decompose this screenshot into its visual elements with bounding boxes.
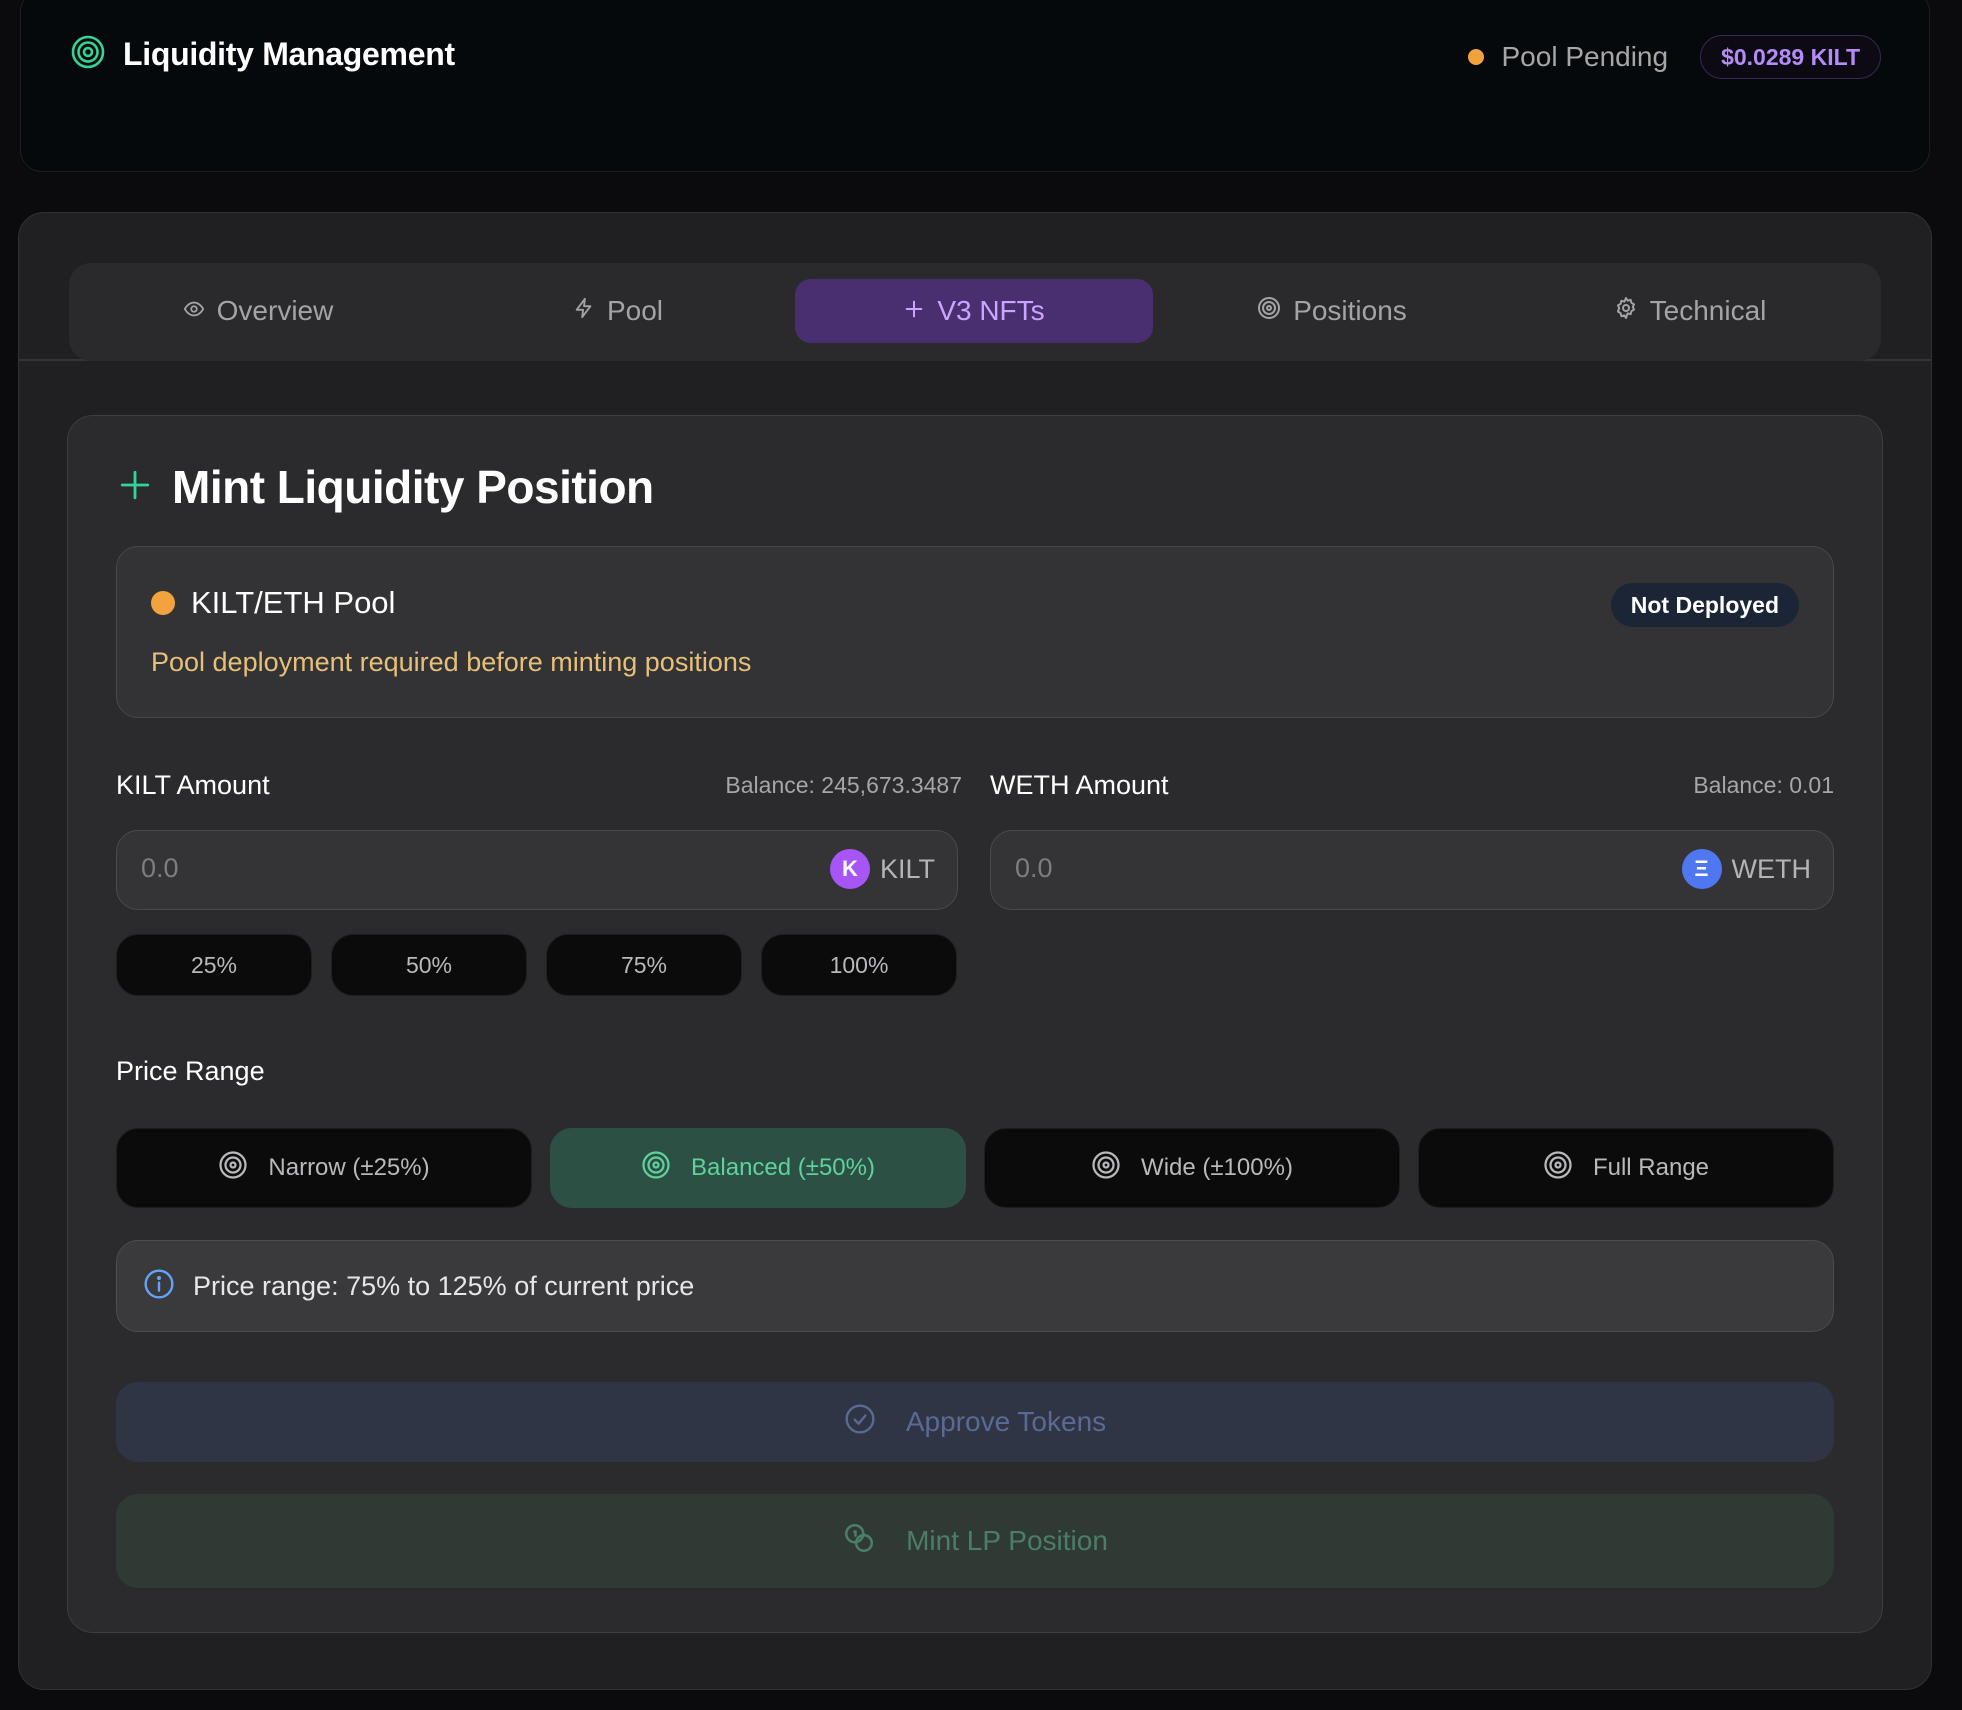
tab-technical[interactable]: Technical [1511,279,1869,343]
lightning-icon [573,295,595,327]
price-range-info: Price range: 75% to 125% of current pric… [116,1240,1834,1332]
range-wide-button[interactable]: Wide (±100%) [984,1128,1400,1208]
kilt-balance: Balance: 245,673.3487 [725,772,962,798]
header-status: Pool Pending $0.0289 KILT [1467,35,1881,79]
weth-token-name: WETH [1731,853,1811,884]
target-icon [218,1150,248,1187]
tab-pool[interactable]: Pool [439,279,797,343]
tab-positions[interactable]: Positions [1153,279,1511,343]
plus-icon [903,295,925,327]
kilt-amount-value: 0.0 [141,853,179,883]
percent-25-button[interactable]: 25% [116,934,312,996]
percent-50-button[interactable]: 50% [331,934,527,996]
app-header: Liquidity Management Pool Pending $0.028… [20,0,1930,172]
target-icon [1257,295,1281,327]
kilt-token-tag: K KILT [829,849,935,889]
tab-label: Pool [606,295,664,326]
tab-label: Technical [1649,295,1767,326]
tab-bar: Overview Pool V3 NFTs Positions Technica… [69,263,1881,361]
range-option-label: Narrow (±25%) [268,1154,430,1181]
pool-name-row: KILT/ETH Pool [151,585,395,621]
range-option-label: Full Range [1592,1154,1710,1181]
weth-balance: Balance: 0.01 [1693,772,1834,798]
kilt-amount-input[interactable]: 0.0 K KILT [116,830,958,910]
not-deployed-badge: Not Deployed [1610,583,1799,627]
pool-status-text: Pool Pending [1501,41,1669,72]
tab-v3-nfts[interactable]: V3 NFTs [795,279,1153,343]
app-title: Liquidity Management [123,36,455,72]
kilt-price-badge: $0.0289 KILT [1700,35,1881,79]
percent-100-button[interactable]: 100% [761,934,957,996]
range-option-label: Balanced (±50%) [691,1154,875,1181]
price-range-info-text: Price range: 75% to 125% of current pric… [193,1270,695,1301]
range-balanced-button[interactable]: Balanced (±50%) [550,1128,966,1208]
percent-75-button[interactable]: 75% [546,934,742,996]
approve-tokens-label: Approve Tokens [905,1406,1107,1437]
kilt-amount-label: KILT Amount [116,770,270,800]
card-title: Mint Liquidity Position [172,461,654,513]
pool-status-box: KILT/ETH Pool Pool deployment required b… [116,546,1834,718]
approve-tokens-button[interactable]: Approve Tokens [116,1382,1834,1462]
mint-lp-position-label: Mint LP Position [906,1525,1108,1556]
range-narrow-button[interactable]: Narrow (±25%) [116,1128,532,1208]
range-full-button[interactable]: Full Range [1418,1128,1834,1208]
eye-icon [183,295,205,327]
range-option-label: Wide (±100%) [1141,1154,1293,1181]
main-panel: Overview Pool V3 NFTs Positions Technica… [18,212,1932,1690]
weth-amount-input[interactable]: 0.0 Ξ WETH [990,830,1834,910]
tab-label: Overview [216,295,334,326]
check-circle-icon [844,1403,876,1442]
price-range-label: Price Range [116,1056,265,1086]
pool-status-dot [151,591,175,615]
target-icon [1543,1150,1573,1187]
coins-icon [842,1521,876,1562]
pool-message: Pool deployment required before minting … [151,647,752,677]
gear-icon [1614,295,1638,327]
weth-amount-value: 0.0 [1015,853,1053,883]
target-icon [1091,1150,1121,1187]
tab-overview[interactable]: Overview [79,279,437,343]
kilt-token-name: KILT [879,853,935,884]
pool-name: KILT/ETH Pool [191,585,396,620]
plus-icon [118,468,152,507]
status-dot [1467,49,1484,65]
kilt-token-icon: K [829,849,870,889]
weth-amount-label: WETH Amount [990,770,1169,800]
tab-label: V3 NFTs [937,295,1045,326]
target-icon [641,1150,671,1187]
card-header: Mint Liquidity Position [118,460,654,514]
tab-label: Positions [1293,295,1407,326]
header-brand: Liquidity Management [71,35,455,74]
weth-token-tag: Ξ WETH [1681,849,1811,889]
target-icon [71,35,105,74]
eth-token-icon: Ξ [1681,849,1722,889]
mint-card: Mint Liquidity Position KILT/ETH Pool Po… [67,415,1883,1633]
mint-lp-position-button[interactable]: Mint LP Position [116,1494,1834,1588]
info-icon [143,1268,175,1305]
